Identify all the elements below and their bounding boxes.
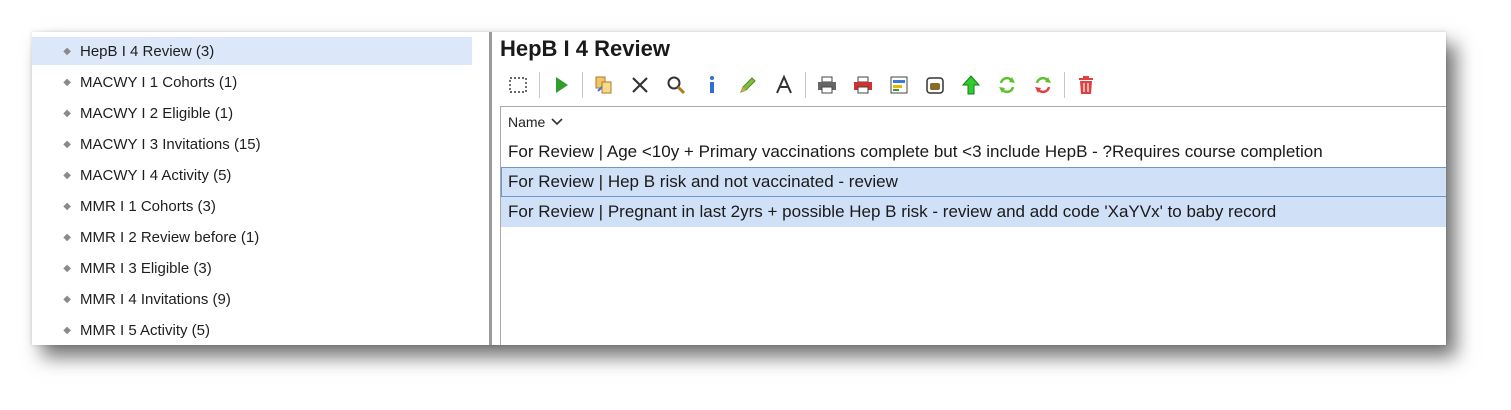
tree-item[interactable]: ◆ MMR I 3 Eligible (3) xyxy=(32,254,472,282)
font-icon xyxy=(773,74,795,96)
tree-item[interactable]: ◆ MACWY I 4 Activity (5) xyxy=(32,161,472,189)
search-magnifier-button[interactable] xyxy=(658,70,694,100)
tree-item-label: MACWY I 2 Eligible (1) xyxy=(80,104,234,122)
table-cell-name: For Review | Hep B risk and not vaccinat… xyxy=(508,172,898,191)
refresh-partial-button[interactable] xyxy=(1025,70,1061,100)
refresh-icon xyxy=(996,74,1018,96)
edit-pen-button[interactable] xyxy=(730,70,766,100)
trash-button[interactable] xyxy=(1068,70,1104,100)
table-row[interactable]: For Review | Hep B risk and not vaccinat… xyxy=(501,167,1446,197)
bullet-icon: ◆ xyxy=(63,45,71,57)
print-button[interactable] xyxy=(809,70,845,100)
grid-header: Name xyxy=(501,107,1446,137)
copy-move-button[interactable] xyxy=(586,70,622,100)
run-play-button[interactable] xyxy=(543,70,579,100)
toolbar xyxy=(500,70,1440,100)
move-up-button[interactable] xyxy=(953,70,989,100)
tree-item-label: MMR I 3 Eligible (3) xyxy=(80,259,212,277)
report-icon xyxy=(888,74,910,96)
archive-button[interactable] xyxy=(917,70,953,100)
tree-item[interactable]: ◆ MACWY I 2 Eligible (1) xyxy=(32,99,472,127)
table-cell-name: For Review | Pregnant in last 2yrs + pos… xyxy=(508,202,1277,221)
print-red-icon xyxy=(852,74,874,96)
tree-item-label: MACWY I 4 Activity (5) xyxy=(80,166,232,184)
delete-x-icon xyxy=(629,74,651,96)
toolbar-separator xyxy=(1064,72,1065,98)
tree-item-label: MACWY I 3 Invitations (15) xyxy=(80,135,261,153)
bullet-icon: ◆ xyxy=(63,293,71,305)
page-title: HepB I 4 Review xyxy=(500,36,670,61)
tree-item[interactable]: ◆ MMR I 4 Invitations (9) xyxy=(32,285,472,313)
select-marquee-button[interactable] xyxy=(500,70,536,100)
report-button[interactable] xyxy=(881,70,917,100)
run-play-icon xyxy=(550,74,572,96)
trash-icon xyxy=(1075,74,1097,96)
delete-x-button[interactable] xyxy=(622,70,658,100)
tree-item-label: MMR I 4 Invitations (9) xyxy=(80,290,231,308)
font-button[interactable] xyxy=(766,70,802,100)
tree-item-label: HepB I 4 Review (3) xyxy=(80,42,215,60)
table-row[interactable]: For Review | Pregnant in last 2yrs + pos… xyxy=(501,197,1446,227)
copy-move-icon xyxy=(593,74,615,96)
search-magnifier-icon xyxy=(665,74,687,96)
bullet-icon: ◆ xyxy=(63,169,71,181)
bullet-icon: ◆ xyxy=(63,262,71,274)
tree-item[interactable]: ◆ MACWY I 1 Cohorts (1) xyxy=(32,68,472,96)
tree-item-label: MMR I 1 Cohorts (3) xyxy=(80,197,216,215)
results-grid: Name For Review | Age <10y + Primary vac… xyxy=(500,106,1446,345)
report-tree: ◆ HepB I 4 Review (3) ◆ MACWY I 1 Cohorts (… xyxy=(32,32,489,345)
tree-item[interactable]: ◆ HepB I 4 Review (3) xyxy=(32,37,472,65)
edit-pen-icon xyxy=(737,74,759,96)
archive-icon xyxy=(924,74,946,96)
column-header-name[interactable]: Name xyxy=(501,114,563,130)
refresh-partial-icon xyxy=(1032,74,1054,96)
info-icon xyxy=(701,74,723,96)
bullet-icon: ◆ xyxy=(63,138,71,150)
bullet-icon: ◆ xyxy=(63,324,71,336)
report-view: HepB I 4 Review Name For Review | Age <1… xyxy=(500,32,1446,345)
tree-item-label: MACWY I 1 Cohorts (1) xyxy=(80,73,238,91)
bullet-icon: ◆ xyxy=(63,231,71,243)
bullet-icon: ◆ xyxy=(63,76,71,88)
tree-item[interactable]: ◆ MMR I 1 Cohorts (3) xyxy=(32,192,472,220)
bullet-icon: ◆ xyxy=(63,107,71,119)
tree-item-label: MMR I 5 Activity (5) xyxy=(80,321,211,339)
info-button[interactable] xyxy=(694,70,730,100)
toolbar-separator xyxy=(805,72,806,98)
tree-item[interactable]: ◆ MACWY I 3 Invitations (15) xyxy=(32,130,472,158)
print-red-button[interactable] xyxy=(845,70,881,100)
refresh-button[interactable] xyxy=(989,70,1025,100)
toolbar-separator xyxy=(582,72,583,98)
column-header-label: Name xyxy=(508,114,546,130)
chevron-down-icon xyxy=(551,118,563,126)
print-icon xyxy=(816,74,838,96)
table-row[interactable]: For Review | Age <10y + Primary vaccinat… xyxy=(501,137,1446,167)
move-up-icon xyxy=(960,74,982,96)
bullet-icon: ◆ xyxy=(63,200,71,212)
pane-splitter[interactable] xyxy=(489,32,500,345)
app-window: ◆ HepB I 4 Review (3) ◆ MACWY I 1 Cohorts (… xyxy=(32,32,1446,345)
table-cell-name: For Review | Age <10y + Primary vaccinat… xyxy=(508,142,1323,161)
select-marquee-icon xyxy=(507,74,529,96)
toolbar-separator xyxy=(539,72,540,98)
tree-item[interactable]: ◆ MMR I 2 Review before (1) xyxy=(32,223,472,251)
tree-item[interactable]: ◆ MMR I 5 Activity (5) xyxy=(32,316,472,344)
tree-item-label: MMR I 2 Review before (1) xyxy=(80,228,260,246)
